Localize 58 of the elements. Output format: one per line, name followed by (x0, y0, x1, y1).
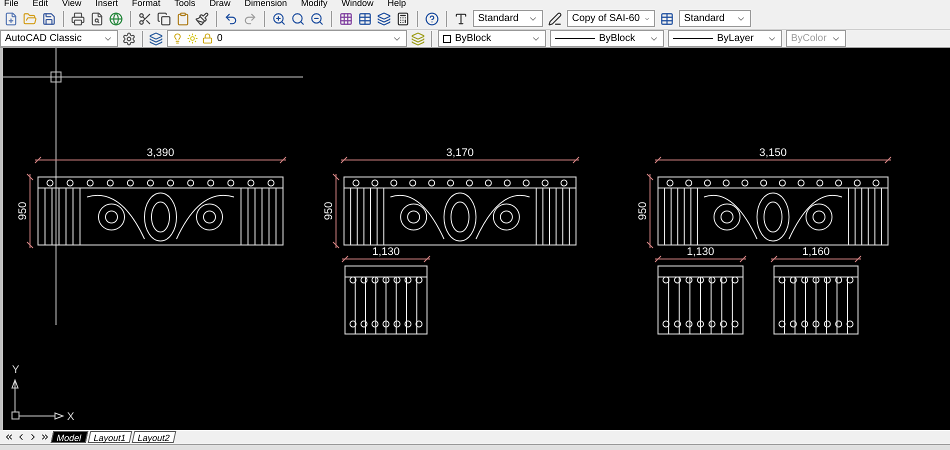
zoom-in-icon[interactable] (272, 12, 286, 26)
file-search-icon[interactable] (90, 12, 104, 26)
scissors-icon[interactable] (138, 12, 152, 26)
table-style-dropdown[interactable]: Standard (679, 10, 751, 27)
undo-icon[interactable] (224, 12, 238, 26)
dimension-label: 950 (323, 202, 335, 220)
layout-tab[interactable]: Layout2 (131, 431, 176, 443)
grid-icon[interactable] (339, 12, 353, 26)
help-icon[interactable] (425, 12, 439, 26)
color-swatch (443, 34, 451, 42)
text-style-icon[interactable] (454, 12, 468, 26)
calculator-icon[interactable] (396, 12, 410, 26)
clipboard-icon[interactable] (176, 12, 190, 26)
printer-icon[interactable] (71, 12, 85, 26)
dimension-label: 1,130 (372, 246, 400, 258)
dimension-label: 3,150 (759, 147, 787, 159)
workspace-dropdown[interactable]: AutoCAD Classic (0, 30, 118, 47)
dimension-label: 3,390 (146, 147, 174, 159)
copy-icon[interactable] (157, 12, 171, 26)
dimension-label: 950 (637, 202, 649, 220)
search-icon[interactable] (291, 12, 305, 26)
property-dropdown[interactable]: ByLayer (668, 30, 782, 47)
dimension-label: 950 (17, 202, 29, 220)
zoom-out-icon[interactable] (310, 12, 324, 26)
menu-item[interactable]: Insert (95, 0, 118, 8)
layout-tab[interactable]: Layout1 (87, 431, 132, 443)
layers-icon[interactable] (149, 32, 163, 46)
dimension-label: 3,170 (446, 147, 474, 159)
table-style-icon[interactable] (660, 12, 674, 26)
first-tab-icon[interactable] (4, 432, 14, 442)
property-dropdown[interactable]: ByBlock (550, 30, 664, 47)
drawing-canvas[interactable]: 3,390 950 3,170 950 3,150 950 1,130 1,130 1,160 Y X (0, 48, 950, 430)
sun-icon (187, 33, 198, 44)
layers-icon[interactable] (377, 12, 391, 26)
lock-icon (202, 33, 213, 44)
layer-dropdown[interactable]: 0 (167, 30, 407, 47)
menu-item[interactable]: Format (132, 0, 160, 8)
lightbulb-icon (172, 33, 183, 44)
ucs-axis-icon (11, 378, 64, 420)
dimension-label: 1,130 (686, 246, 714, 258)
property-dropdown[interactable]: ByBlock (438, 30, 546, 47)
new-file-icon[interactable] (4, 12, 18, 26)
last-tab-icon[interactable] (40, 432, 50, 442)
y-axis-label: Y (12, 364, 20, 376)
brush-icon[interactable] (195, 12, 209, 26)
gear-icon[interactable] (122, 32, 136, 46)
globe-icon[interactable] (109, 12, 123, 26)
line-preview (673, 38, 713, 39)
menu-item[interactable]: Draw (209, 0, 230, 8)
text-style-dropdown[interactable]: Standard (473, 10, 543, 27)
dimension-label: 1,160 (802, 246, 830, 258)
dimension-style-icon[interactable] (548, 12, 562, 26)
dimension-style-dropdown[interactable]: Copy of SAI-60 (567, 10, 655, 27)
x-axis-label: X (67, 411, 74, 423)
line-preview (555, 38, 595, 39)
table-icon[interactable] (358, 12, 372, 26)
save-icon[interactable] (42, 12, 56, 26)
layout-tab[interactable]: Model (50, 431, 88, 443)
